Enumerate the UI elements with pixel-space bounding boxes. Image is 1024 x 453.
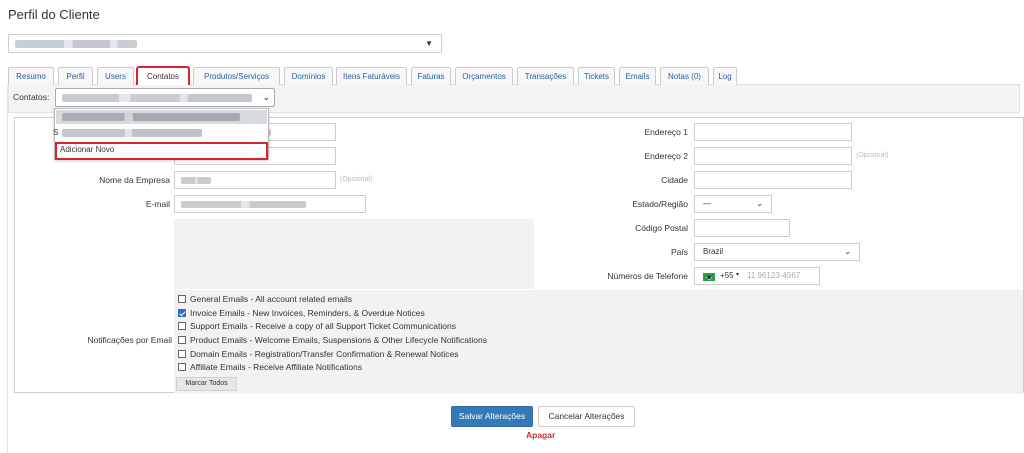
phone-label: Números de Telefone: [607, 271, 688, 281]
tab-dominios[interactable]: Domínios: [284, 67, 333, 85]
tab-resumo[interactable]: Resumo: [8, 67, 54, 85]
tab-tickets[interactable]: Tickets: [578, 67, 615, 85]
dropdown-option-add-new[interactable]: Adicionar Novo: [55, 142, 268, 160]
address2-label: Endereço 2: [644, 151, 688, 161]
address1-label: Endereço 1: [644, 127, 688, 137]
notif-support[interactable]: Support Emails - Receive a copy of all S…: [178, 321, 456, 331]
email-label: E-mail: [145, 199, 170, 209]
save-button[interactable]: Salvar Alterações: [451, 406, 533, 427]
phone-country-code[interactable]: +55: [720, 271, 734, 280]
tab-produtos-servicos[interactable]: Produtos/Serviços: [193, 67, 280, 85]
redacted-value: [181, 201, 306, 208]
notifications-label: Notificações por Email: [87, 335, 172, 345]
divider: [7, 85, 8, 453]
cancel-button[interactable]: Cancelar Alterações: [538, 406, 635, 427]
dropdown-option-selected[interactable]: [56, 110, 267, 124]
postcode-field[interactable]: [694, 219, 790, 237]
delete-link[interactable]: Apagar: [526, 430, 555, 440]
page-title: Perfil do Cliente: [8, 7, 100, 22]
notif-general-label: General Emails - All account related ema…: [190, 294, 353, 304]
tab-notas[interactable]: Notas (0): [660, 67, 709, 85]
dropdown-option-prefix: S: [53, 128, 59, 137]
checkbox[interactable]: [178, 295, 186, 303]
contacts-select[interactable]: ⌄: [55, 88, 275, 107]
state-select[interactable]: — ⌄: [694, 195, 772, 213]
redacted-value: [62, 129, 202, 137]
dropdown-option[interactable]: S: [53, 126, 267, 140]
checkbox[interactable]: [178, 336, 186, 344]
client-select[interactable]: ▼: [8, 34, 442, 53]
notif-invoice-label: Invoice Emails - New Invoices, Reminders…: [190, 308, 425, 318]
notif-domain[interactable]: Domain Emails - Registration/Transfer Co…: [178, 349, 458, 359]
notif-general[interactable]: General Emails - All account related ema…: [178, 294, 352, 304]
postcode-label: Código Postal: [635, 223, 688, 233]
tab-perfil[interactable]: Perfil: [58, 67, 93, 85]
chevron-down-icon: ⌄: [262, 92, 270, 102]
address1-field[interactable]: [694, 123, 852, 141]
city-field[interactable]: [694, 171, 852, 189]
optional-hint: (Opcional): [340, 176, 373, 183]
contacts-dropdown: S Adicionar Novo: [53, 108, 269, 160]
client-name-redacted: [15, 40, 137, 48]
tab-orcamentos[interactable]: Orçamentos: [455, 67, 513, 85]
tab-itens-faturaveis[interactable]: Itens Faturáveis: [336, 67, 407, 85]
checkbox-checked[interactable]: [178, 309, 186, 317]
country-label: País: [670, 247, 688, 257]
tab-transacoes[interactable]: Transações: [517, 67, 574, 85]
tab-contatos[interactable]: Contatos: [136, 66, 190, 87]
country-value: Brazil: [703, 247, 724, 256]
select-all-button[interactable]: Marcar Todos: [176, 377, 237, 391]
city-label: Cidade: [661, 175, 688, 185]
phone-placeholder: 11 96123-4567: [747, 271, 801, 280]
email-field[interactable]: [174, 195, 366, 213]
company-field[interactable]: [174, 171, 336, 189]
tab-emails[interactable]: Emails: [619, 67, 656, 85]
notif-invoice[interactable]: Invoice Emails - New Invoices, Reminders…: [178, 308, 425, 318]
notif-domain-label: Domain Emails - Registration/Transfer Co…: [190, 349, 459, 359]
optional-hint: (Opcional): [856, 152, 889, 159]
checkbox[interactable]: [178, 350, 186, 358]
state-value: —: [703, 199, 711, 208]
notif-affiliate[interactable]: Affiliate Emails - Receive Affiliate Not…: [178, 362, 362, 372]
chevron-down-icon: ▼: [425, 39, 433, 48]
chevron-down-icon: ⌄: [756, 199, 763, 208]
notif-support-label: Support Emails - Receive a copy of all S…: [190, 321, 456, 331]
state-label: Estado/Região: [632, 199, 688, 209]
notif-product-label: Product Emails - Welcome Emails, Suspens…: [190, 335, 487, 345]
notif-affiliate-label: Affiliate Emails - Receive Affiliate Not…: [190, 362, 363, 372]
tab-bar: Resumo Perfil Users Contatos Produtos/Se…: [8, 66, 1020, 87]
address2-field[interactable]: [694, 147, 852, 165]
brazil-flag-icon[interactable]: [703, 273, 715, 281]
company-label: Nome da Empresa: [99, 175, 170, 185]
tab-faturas[interactable]: Faturas: [411, 67, 451, 85]
country-select[interactable]: Brazil ⌄: [694, 243, 860, 261]
checkbox[interactable]: [178, 322, 186, 330]
chevron-down-icon: ⌄: [844, 247, 851, 256]
phone-field[interactable]: +55 ▾ 11 96123-4567: [694, 267, 820, 285]
redacted-value: [181, 177, 211, 184]
caret-down-icon: ▾: [736, 272, 740, 278]
redacted-value: [62, 113, 240, 121]
contact-name-redacted: [62, 94, 252, 102]
tab-log[interactable]: Log: [713, 67, 737, 85]
tab-users[interactable]: Users: [97, 67, 134, 85]
notif-product[interactable]: Product Emails - Welcome Emails, Suspens…: [178, 335, 487, 345]
form-row-bg: [174, 219, 534, 289]
contacts-label: Contatos:: [13, 92, 50, 102]
checkbox[interactable]: [178, 363, 186, 371]
